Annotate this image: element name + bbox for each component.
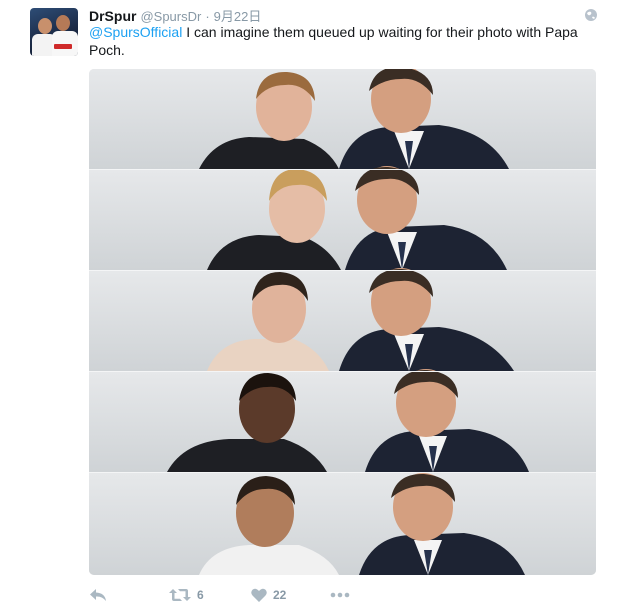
tweet-text: @SpursOfficial I can imagine them queued…: [89, 23, 599, 59]
reply-icon: [90, 589, 106, 601]
tweet-photo[interactable]: [89, 69, 596, 575]
retweet-count: 6: [197, 588, 204, 602]
header-separator: ·: [205, 9, 210, 24]
avatar-face-right: [56, 15, 70, 31]
mention-link[interactable]: @SpursOfficial: [89, 24, 182, 40]
avatar[interactable]: [30, 8, 78, 56]
tweet-header: DrSpur @SpursDr · 9月22日: [89, 6, 261, 24]
retweet-icon: [169, 589, 191, 601]
photo-strip-3: [89, 268, 596, 371]
avatar-face-left: [38, 18, 52, 34]
like-count: 22: [273, 588, 287, 602]
heart-icon: [251, 588, 267, 602]
reply-button[interactable]: [89, 585, 107, 605]
avatar-sponsor-logo: [54, 44, 72, 49]
globe-icon: [585, 9, 597, 21]
more-button[interactable]: [330, 585, 350, 605]
photo-strip-4: [89, 369, 596, 472]
display-name[interactable]: DrSpur: [89, 8, 136, 24]
photo-strip-2: [89, 166, 596, 270]
user-handle[interactable]: @SpursDr: [140, 9, 201, 24]
like-button[interactable]: 22: [251, 585, 286, 605]
more-icon: [330, 592, 350, 598]
retweet-button[interactable]: 6: [169, 585, 204, 605]
photo-strip-5: [89, 473, 596, 575]
photo-strip-1: [89, 69, 596, 169]
